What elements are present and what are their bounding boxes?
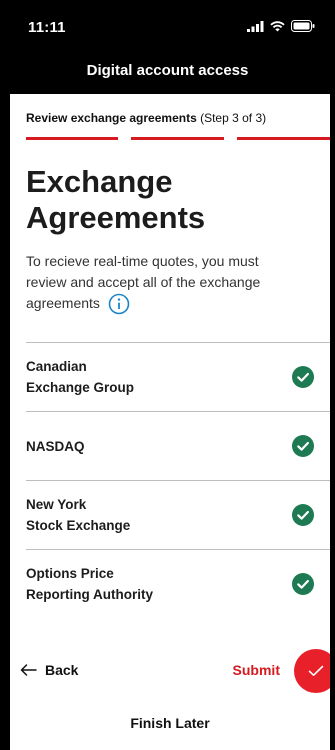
- check-circle-icon: [292, 435, 314, 457]
- step-title: Review exchange agreements: [26, 111, 197, 125]
- app-screen: 11:11 Digital account access Review exch…: [0, 0, 335, 750]
- agreement-label: Options Price Reporting Authority: [26, 566, 153, 602]
- agreement-row-new-york-stock-exchange[interactable]: New York Stock Exchange: [26, 481, 330, 549]
- submit-button[interactable]: [294, 649, 330, 693]
- finish-later-link[interactable]: Finish Later: [10, 715, 330, 731]
- agreement-row-nasdaq[interactable]: NASDAQ: [26, 412, 330, 480]
- checkmark-icon: [308, 665, 324, 676]
- app-header: Digital account access: [0, 46, 335, 94]
- agreement-row-options-price-reporting-authority[interactable]: Options Price Reporting Authority: [26, 550, 330, 618]
- signal-icon: [247, 20, 264, 32]
- status-icons: [247, 20, 315, 32]
- progress-segment-1: [26, 137, 118, 140]
- progress-segment-2: [131, 137, 224, 140]
- page-title-line-1: Exchange: [26, 164, 173, 199]
- step-progress-bar: [26, 137, 330, 140]
- page-title-line-2: Agreements: [26, 200, 206, 235]
- step-indicator: Review exchange agreements (Step 3 of 3): [26, 111, 266, 125]
- back-button-label: Back: [45, 662, 79, 678]
- intro-text-block: To recieve real-time quotes, you must re…: [26, 251, 296, 315]
- progress-segment-3: [237, 137, 330, 140]
- check-circle-icon: [292, 573, 314, 595]
- agreement-label: NASDAQ: [26, 438, 85, 454]
- page-title: Exchange Agreements: [26, 164, 205, 236]
- arrow-left-icon: [20, 664, 37, 676]
- intro-text: To recieve real-time quotes, you must re…: [26, 253, 261, 311]
- step-counter: (Step 3 of 3): [200, 111, 267, 125]
- check-circle-icon: [292, 366, 314, 388]
- back-button[interactable]: Back: [20, 662, 78, 678]
- content-panel: Review exchange agreements (Step 3 of 3)…: [10, 94, 330, 750]
- check-circle-icon: [292, 504, 314, 526]
- battery-icon: [291, 20, 315, 32]
- agreements-list: Canadian Exchange Group NASDAQ New York …: [26, 342, 330, 618]
- info-icon[interactable]: [108, 293, 130, 315]
- submit-label[interactable]: Submit: [233, 662, 280, 678]
- wifi-icon: [270, 20, 285, 31]
- agreement-label: Canadian Exchange Group: [26, 359, 135, 395]
- header-title: Digital account access: [86, 61, 249, 79]
- agreement-row-canadian-exchange-group[interactable]: Canadian Exchange Group: [26, 343, 330, 411]
- status-time: 11:11: [28, 19, 66, 36]
- status-bar: 11:11: [0, 0, 335, 46]
- agreement-label: New York Stock Exchange: [26, 497, 131, 533]
